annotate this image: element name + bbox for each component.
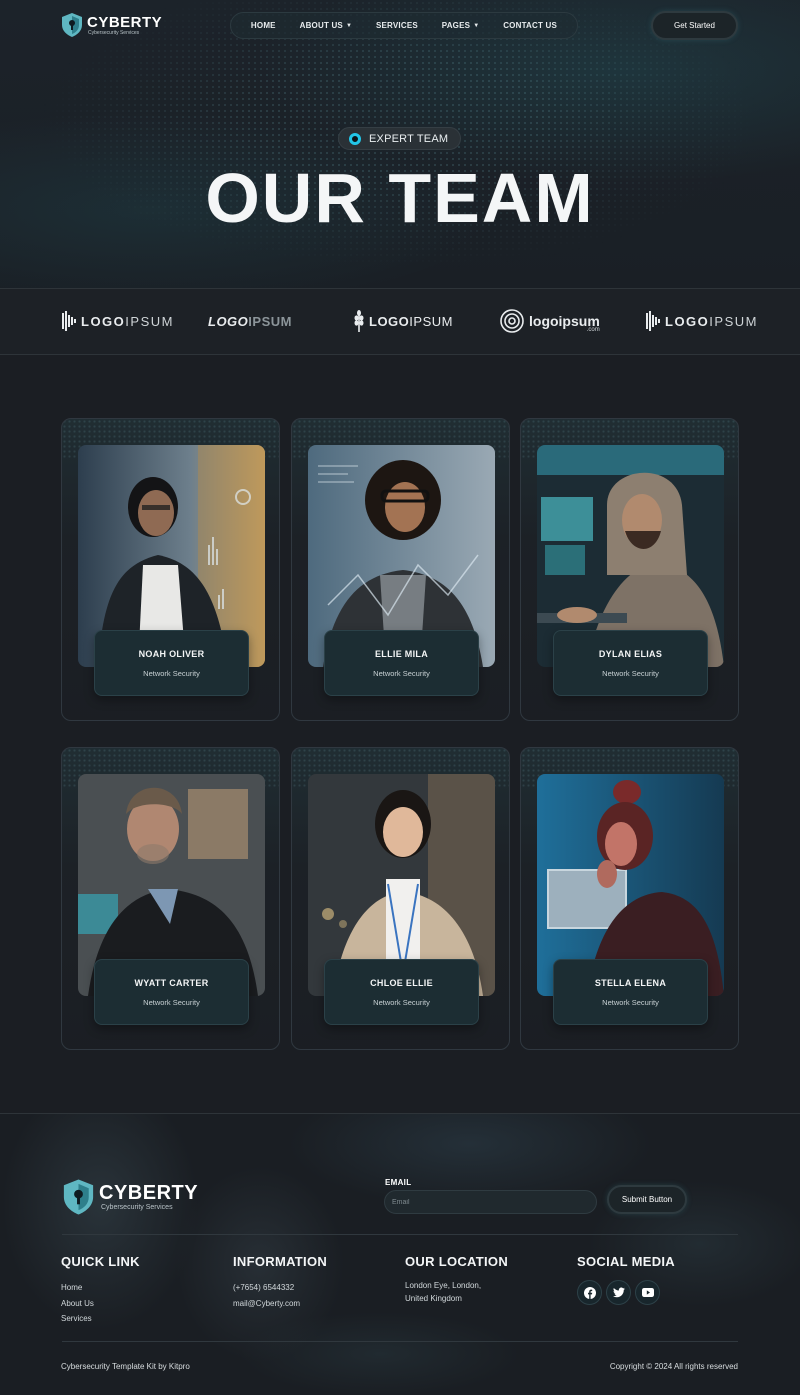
chevron-down-icon: ▼	[473, 22, 480, 29]
page-title: OUR TEAM	[205, 159, 595, 237]
team-card[interactable]: WYATT CARTER Network Security	[61, 747, 280, 1050]
nav-label: HOME	[250, 21, 276, 30]
member-info-box: CHLOE ELLIE Network Security	[324, 959, 479, 1025]
information-column: INFORMATION (+7654) 6544332 mail@Cyberty…	[233, 1254, 327, 1311]
member-role: Network Security	[602, 997, 659, 1007]
partner-logo-4: logoipsum .com	[500, 309, 600, 333]
address-line-1: London Eye, London,	[405, 1281, 482, 1290]
brand-name: CYBERTY	[99, 1181, 199, 1204]
member-info-box: ELLIE MILA Network Security	[324, 630, 479, 696]
contact-email[interactable]: mail@Cyberty.com	[233, 1296, 327, 1312]
member-role: Network Security	[143, 668, 200, 678]
brand-name: CYBERTY	[87, 13, 163, 31]
shield-logo-icon	[63, 1179, 94, 1215]
member-info-box: STELLA ELENA Network Security	[553, 959, 708, 1025]
quick-link-heading: QUICK LINK	[61, 1254, 140, 1269]
member-name: ELLIE MILA	[375, 648, 428, 659]
footer-link-home[interactable]: Home	[61, 1280, 140, 1296]
member-info-box: DYLAN ELIAS Network Security	[553, 630, 708, 696]
nav-label: SERVICES	[375, 21, 418, 30]
logo-text-bold: LOGO	[665, 313, 710, 329]
member-name: DYLAN ELIAS	[598, 648, 663, 659]
member-role: Network Security	[373, 997, 430, 1007]
partner-logo-5: LOGOIPSUM	[646, 309, 758, 333]
wheat-logo-icon	[354, 310, 364, 332]
email-input[interactable]	[384, 1190, 597, 1214]
nav-item-contact[interactable]: CONTACT US	[503, 21, 557, 30]
copyright-text: Copyright © 2024 All rights reserved	[609, 1362, 738, 1371]
logo-text-light: IPSUM	[248, 313, 292, 329]
credit-text: Cybersecurity Template Kit by Kitpro	[61, 1362, 190, 1371]
badge-label: EXPERT TEAM	[369, 132, 449, 145]
submit-button[interactable]: Submit Button	[607, 1185, 687, 1214]
chevron-down-icon: ▼	[345, 22, 353, 29]
member-name: STELLA ELENA	[594, 977, 667, 988]
footer-logo[interactable]: CYBERTY Cybersecurity Services	[62, 1178, 198, 1216]
brand-tagline: Cybersecurity Services	[101, 1203, 173, 1211]
member-name: CHLOE ELLIE	[370, 977, 433, 988]
social-media-heading: SOCIAL MEDIA	[577, 1254, 675, 1269]
logo-text-light: IPSUM	[709, 313, 758, 329]
information-heading: INFORMATION	[233, 1254, 328, 1269]
shield-logo-icon	[62, 13, 82, 37]
main-nav: HOME ABOUT US ▼ SERVICES PAGES ▼ CONTACT U…	[230, 12, 578, 39]
member-name: WYATT CARTER	[134, 977, 209, 988]
quick-link-column: QUICK LINK Home About Us Services	[61, 1254, 140, 1327]
team-card[interactable]: ELLIE MILA Network Security	[291, 418, 510, 721]
bars-logo-icon	[646, 311, 660, 331]
social-media-column: SOCIAL MEDIA	[577, 1254, 675, 1305]
member-role: Network Security	[143, 997, 200, 1007]
logo-text-light: IPSUM	[125, 313, 174, 329]
youtube-icon[interactable]	[635, 1280, 660, 1305]
nav-label: PAGES	[441, 21, 471, 30]
partner-logo-1: LOGOIPSUM	[62, 309, 174, 333]
footer-divider	[62, 1341, 738, 1342]
member-info-box: WYATT CARTER Network Security	[94, 959, 249, 1025]
team-card[interactable]: NOAH OLIVER Network Security	[61, 418, 280, 721]
dot-icon	[349, 132, 361, 145]
brand-tagline: Cybersecurity Services	[88, 29, 140, 36]
phone-number: (+7654) 6544332	[233, 1283, 295, 1292]
logo-text-light: .com	[586, 327, 600, 333]
logo-text-light: IPSUM	[409, 313, 453, 329]
twitter-icon[interactable]	[606, 1280, 631, 1305]
nav-item-pages[interactable]: PAGES ▼	[442, 21, 480, 30]
spiral-logo-icon	[500, 309, 524, 333]
location-heading: OUR LOCATION	[405, 1254, 509, 1269]
bars-logo-icon	[62, 311, 76, 331]
partner-logo-strip: LOGOIPSUM LOGOIPSUM LOGOIPSUM logoipsum.…	[0, 288, 800, 355]
nav-item-about[interactable]: ABOUT US ▼	[300, 21, 353, 30]
nav-item-services[interactable]: SERVICES	[376, 21, 418, 30]
team-card[interactable]: STELLA ELENA Network Security	[520, 747, 739, 1050]
member-role: Network Security	[373, 668, 430, 678]
site-logo[interactable]: CYBERTY Cybersecurity Services	[61, 12, 162, 38]
facebook-icon[interactable]	[577, 1280, 602, 1305]
footer-divider	[62, 1234, 738, 1235]
site-footer: CYBERTY Cybersecurity Services EMAIL Sub…	[0, 1113, 800, 1395]
member-name: NOAH OLIVER	[138, 648, 205, 659]
member-info-box: NOAH OLIVER Network Security	[94, 630, 249, 696]
partner-logo-2: LOGOIPSUM	[208, 309, 292, 333]
hero-section: CYBERTY Cybersecurity Services HOME ABOU…	[0, 0, 800, 288]
expert-team-badge: EXPERT TEAM	[338, 127, 461, 150]
team-card[interactable]: CHLOE ELLIE Network Security	[291, 747, 510, 1050]
nav-label: ABOUT US	[299, 21, 343, 30]
partner-logo-3: LOGOIPSUM	[354, 309, 453, 333]
nav-item-home[interactable]: HOME	[251, 21, 276, 30]
address-line-2: United Kingdom	[405, 1293, 462, 1303]
location-column: OUR LOCATION London Eye, London, United …	[405, 1254, 508, 1305]
get-started-button[interactable]: Get Started	[651, 11, 738, 40]
footer-link-services[interactable]: Services	[61, 1311, 140, 1327]
logo-text-bold: LOGO	[81, 313, 126, 329]
team-card[interactable]: DYLAN ELIAS Network Security	[520, 418, 739, 721]
footer-link-about[interactable]: About Us	[61, 1296, 140, 1312]
logo-text-bold: LOGO	[208, 313, 249, 329]
email-label: EMAIL	[385, 1178, 412, 1187]
nav-label: CONTACT US	[503, 21, 558, 30]
logo-text-bold: LOGO	[369, 313, 410, 329]
member-role: Network Security	[602, 668, 659, 678]
